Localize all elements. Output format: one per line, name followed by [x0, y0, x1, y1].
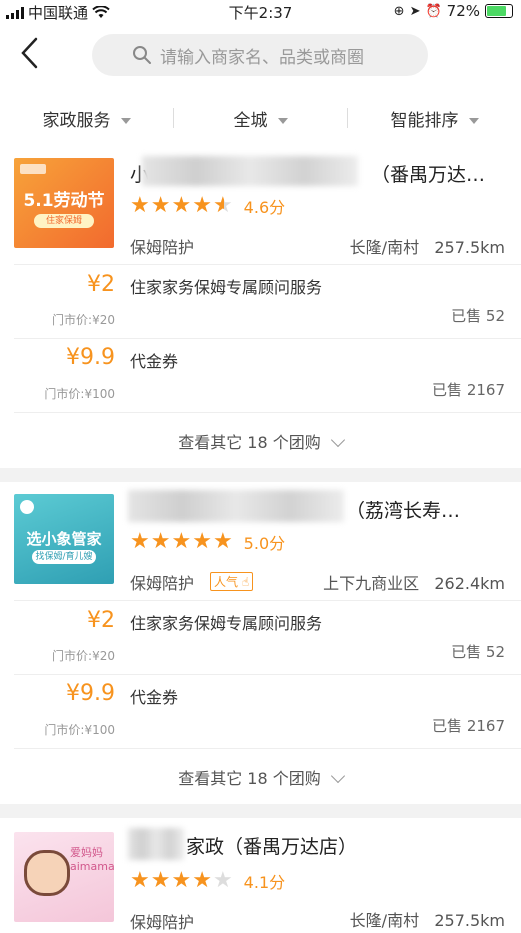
deal-original-price: 门市价:¥100 [44, 723, 115, 737]
filter-bar: 家政服务 全城 智能排序 [0, 96, 521, 140]
divider [14, 748, 521, 749]
deal-price: ¥9.9 [66, 345, 115, 370]
popular-badge: 人气 ☝ [210, 572, 254, 591]
deal-price: ¥9.9 [66, 681, 115, 706]
section-divider [0, 804, 521, 818]
deal-original-price: 门市价:¥20 [52, 649, 115, 663]
star-icon: ★ [150, 193, 171, 218]
rotation-lock-icon: ⊕ [393, 3, 405, 19]
blurred-name-mask [128, 828, 184, 860]
deal-sold-count: 已售 2167 [432, 717, 505, 735]
merchant-category: 保姆陪护 [130, 913, 195, 932]
more-deals-link[interactable]: 查看其它 18 个团购 [0, 765, 521, 789]
battery-icon [485, 4, 513, 18]
merchant-location: 长隆/南村 257.5km [349, 911, 505, 930]
filter-label: 全城 [233, 110, 268, 131]
thumbnail-text: 5.1劳动节 [23, 191, 105, 211]
divider [14, 412, 521, 413]
back-button[interactable] [20, 36, 48, 76]
deal-sold-count: 已售 2167 [432, 381, 505, 399]
filter-sort[interactable]: 智能排序 [348, 106, 521, 131]
dropdown-triangle-icon [277, 117, 288, 124]
star-icon: ★ [150, 529, 171, 554]
divider [14, 338, 521, 339]
deal-sold-count: 已售 52 [451, 307, 505, 325]
star-icon: ★ [192, 193, 212, 218]
chevron-down-icon [330, 768, 345, 784]
blurred-name-mask [142, 156, 358, 186]
location-icon: ➤ [409, 3, 421, 19]
filter-label: 智能排序 [390, 110, 459, 131]
merchant-category: 保姆陪护 [130, 238, 195, 257]
nav-bar: 请输入商家名、品类或商圈 [0, 30, 521, 82]
deal-sold-count: 已售 52 [451, 643, 505, 661]
search-icon [133, 46, 151, 64]
star-icon: ★ [130, 193, 150, 218]
merchant-thumbnail: 5.1劳动节 住家保姆 [14, 158, 114, 248]
merchant-card[interactable]: 5.1劳动节 住家保姆 小（番禺万达… ★ ★ ★ ★ ★ 4.6分 保姆陪护 长隆/… [0, 148, 521, 464]
merchant-location: 上下九商业区 262.4km [323, 574, 505, 593]
divider [14, 674, 521, 675]
thumbs-up-icon: ☝ [238, 575, 250, 589]
section-divider [0, 468, 521, 482]
deal-title: 代金券 [130, 352, 179, 371]
star-icon: ★ [171, 868, 192, 893]
filter-label: 家政服务 [42, 110, 111, 131]
merchant-card[interactable]: 选小象管家 找保姆/育儿嫂 （荔湾长寿… ★ ★ ★ ★ ★ 5.0分 保姆陪护 人气 … [0, 484, 521, 800]
deal-title: 住家家务保姆专属顾问服务 [130, 614, 323, 633]
star-icon: ★ [212, 529, 233, 554]
dropdown-triangle-icon [468, 117, 479, 124]
rating-stars: ★ ★ ★ ★ ★ 5.0分 [130, 530, 285, 554]
empty-star-icon: ★ [212, 868, 233, 893]
merchant-thumbnail: 选小象管家 找保姆/育儿嫂 [14, 494, 114, 584]
thumbnail-subtext: 找保姆/育儿嫂 [32, 550, 96, 564]
alarm-icon: ⏰ [425, 3, 442, 19]
thumbnail-subtext: aimama [70, 860, 114, 873]
status-bar: 中国联通 下午2:37 ⊕ ➤ ⏰ 72% [0, 0, 521, 24]
rating-stars: ★ ★ ★ ★ ★ 4.6分 [130, 194, 285, 218]
filter-area[interactable]: 全城 [174, 106, 347, 131]
star-icon: ★ [192, 868, 212, 893]
divider [14, 600, 521, 601]
rating-score: 4.6分 [243, 198, 286, 217]
chevron-down-icon [330, 432, 345, 448]
merchant-thumbnail: 爱妈妈 aimama [14, 832, 114, 922]
search-placeholder: 请输入商家名、品类或商圈 [160, 47, 364, 68]
blurred-name-mask [128, 490, 344, 522]
filter-category[interactable]: 家政服务 [0, 106, 173, 131]
half-star-icon: ★ [212, 193, 233, 218]
rating-stars: ★ ★ ★ ★ ★ 4.1分 [130, 869, 285, 893]
deal-original-price: 门市价:¥20 [52, 313, 115, 327]
star-icon: ★ [171, 529, 192, 554]
star-icon: ★ [150, 868, 171, 893]
merchant-card[interactable]: 爱妈妈 aimama 家政（番禺万达店） ★ ★ ★ ★ ★ 4.1分 保姆陪护 长隆/… [0, 820, 521, 932]
thumbnail-text: 选小象管家 [26, 530, 102, 548]
star-icon: ★ [192, 529, 212, 554]
clock: 下午2:37 [228, 4, 293, 22]
back-chevron-icon [21, 37, 38, 69]
deal-original-price: 门市价:¥100 [44, 387, 115, 401]
dropdown-triangle-icon [120, 117, 131, 124]
more-deals-link[interactable]: 查看其它 18 个团购 [0, 429, 521, 453]
divider [14, 264, 521, 265]
thumbnail-text: 爱妈妈 [70, 846, 103, 859]
battery-percent: 72% [446, 2, 480, 20]
deal-price: ¥2 [87, 272, 115, 297]
rating-score: 5.0分 [243, 534, 286, 553]
deal-title: 住家家务保姆专属顾问服务 [130, 278, 323, 297]
search-input[interactable]: 请输入商家名、品类或商圈 [92, 34, 428, 76]
merchant-location: 长隆/南村 257.5km [349, 238, 505, 257]
star-icon: ★ [130, 868, 150, 893]
deal-title: 代金券 [130, 688, 179, 707]
deal-price: ¥2 [87, 608, 115, 633]
thumbnail-subtext: 住家保姆 [34, 214, 94, 228]
star-icon: ★ [171, 193, 192, 218]
merchant-category: 保姆陪护 [130, 574, 195, 593]
star-icon: ★ [130, 529, 150, 554]
rating-score: 4.1分 [243, 873, 286, 892]
